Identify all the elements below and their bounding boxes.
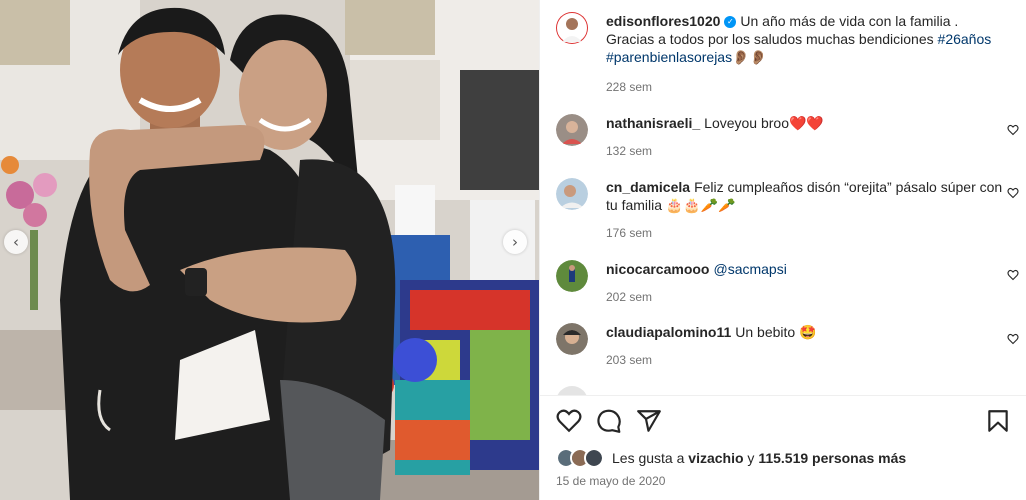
- next-photo-button[interactable]: ›: [503, 230, 527, 254]
- commenter-avatar[interactable]: [556, 323, 588, 355]
- caption-content: edisonflores1020 ✓ Un año más de vida con …: [606, 12, 1006, 94]
- comment-text-block: claudiapalomino11 Un bebito 🤩: [606, 323, 1006, 341]
- comment-text: Un bebito: [735, 324, 796, 340]
- post-photo[interactable]: ‹ ›: [0, 0, 539, 500]
- comment-time: 176 sem: [606, 226, 653, 240]
- commenter-username[interactable]: cn_damicela: [606, 179, 690, 195]
- caption-text-block: edisonflores1020 ✓ Un año más de vida con …: [606, 12, 1006, 66]
- verified-badge-icon: ✓: [724, 16, 737, 29]
- photo-illustration: [0, 0, 539, 500]
- comment-row: claudiapalomino11 Un bebito 🤩 203 sem: [556, 323, 1026, 367]
- likes-prefix: Les gusta a: [612, 450, 685, 466]
- commenter-avatar[interactable]: [556, 178, 588, 210]
- author-username[interactable]: edisonflores1020: [606, 13, 720, 29]
- comment-time: 132 sem: [606, 144, 653, 158]
- likes-user[interactable]: vizachio: [688, 450, 743, 466]
- caption-row: edisonflores1020 ✓ Un año más de vida con …: [556, 12, 1026, 94]
- commenter-avatar[interactable]: [556, 260, 588, 292]
- likes-text: Les gusta a vizachio y 115.519 personas …: [612, 450, 906, 466]
- comment-text: Loveyou broo: [704, 115, 789, 131]
- comment-like-heart-icon[interactable]: [1007, 333, 1019, 345]
- liker-avatar: [584, 448, 604, 468]
- commenter-username[interactable]: claudiapalomino11: [606, 324, 731, 340]
- caption-time: 228 sem: [606, 80, 653, 94]
- comment-emoji: ❤️❤️: [789, 115, 824, 131]
- commenter-username[interactable]: nicocarcamooo: [606, 261, 709, 277]
- commenter-avatar[interactable]: [556, 386, 588, 395]
- author-avatar[interactable]: [556, 12, 588, 44]
- hashtag-link[interactable]: #parenbienlasorejas: [606, 49, 732, 65]
- comment-content: claudiapalomino11 Un bebito 🤩 203 sem: [606, 323, 1006, 367]
- commenter-username[interactable]: nathanisraeli_: [606, 115, 700, 131]
- comment-text-block: cn_damicela Feliz cumpleaños disón “oreji…: [606, 178, 1006, 214]
- chevron-left-icon: ‹: [13, 233, 19, 251]
- comment-time: 202 sem: [606, 290, 653, 304]
- commenter-avatar[interactable]: [556, 114, 588, 146]
- mention-link[interactable]: @sacmapsi: [713, 261, 786, 277]
- post-date[interactable]: 15 de mayo de 2020: [556, 474, 665, 488]
- comment-text-block: nathanisraeli_ Loveyou broo❤️❤️: [606, 114, 1006, 132]
- heart-icon[interactable]: [556, 408, 582, 434]
- comment-row: nicocarcamooo @sacmapsi 202 sem: [556, 260, 1026, 304]
- comment-time: 203 sem: [606, 353, 653, 367]
- comment-text-block: nicocarcamooo @sacmapsi: [606, 260, 1006, 278]
- likes-count[interactable]: 115.519 personas más: [758, 450, 906, 466]
- previous-photo-button[interactable]: ‹: [4, 230, 28, 254]
- likes-mid: y: [747, 450, 755, 466]
- comment-like-heart-icon[interactable]: [1007, 124, 1019, 136]
- comment-row: cn_damicela Feliz cumpleaños disón “oreji…: [556, 178, 1026, 240]
- comment-like-heart-icon[interactable]: [1007, 269, 1019, 281]
- comment-row-partial: [556, 386, 1026, 395]
- comments-list[interactable]: edisonflores1020 ✓ Un año más de vida con …: [540, 0, 1026, 395]
- share-icon[interactable]: [636, 408, 662, 434]
- hashtag-link[interactable]: #26años: [938, 31, 992, 47]
- comments-panel: edisonflores1020 ✓ Un año más de vida con …: [539, 0, 1026, 500]
- post-dialog: ‹ › edisonflores1020 ✓ Un año más de vida …: [0, 0, 1026, 500]
- post-actions: Les gusta a vizachio y 115.519 personas …: [540, 395, 1026, 500]
- likes-summary[interactable]: Les gusta a vizachio y 115.519 personas …: [556, 448, 906, 468]
- comment-content: nicocarcamooo @sacmapsi 202 sem: [606, 260, 1006, 304]
- comment-content: cn_damicela Feliz cumpleaños disón “oreji…: [606, 178, 1006, 240]
- bookmark-icon[interactable]: [985, 408, 1011, 434]
- comment-emoji: 🎂🎂🥕🥕: [665, 197, 736, 213]
- comment-emoji: 🤩: [799, 324, 817, 340]
- comment-row: nathanisraeli_ Loveyou broo❤️❤️ 132 sem: [556, 114, 1026, 158]
- comment-icon[interactable]: [596, 408, 622, 434]
- comment-like-heart-icon[interactable]: [1007, 187, 1019, 199]
- caption-emoji: 👂🏽👂🏽: [732, 49, 767, 65]
- comment-content: nathanisraeli_ Loveyou broo❤️❤️ 132 sem: [606, 114, 1006, 158]
- chevron-right-icon: ›: [512, 233, 518, 251]
